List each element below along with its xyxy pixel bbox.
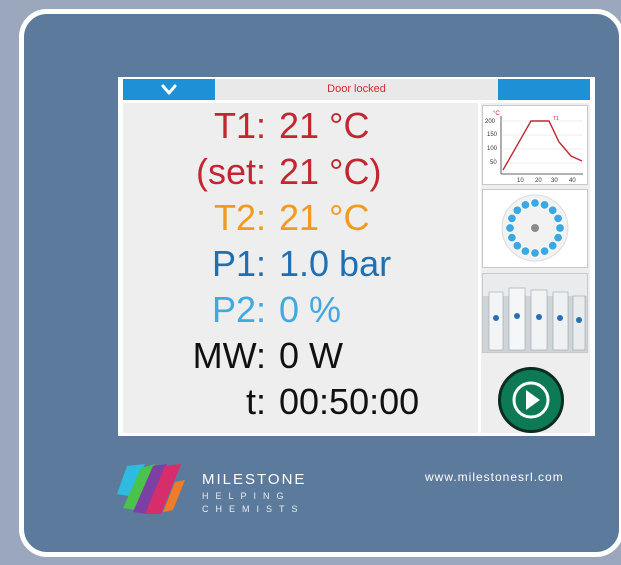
tagline-line-2: CHEMISTS bbox=[202, 504, 305, 514]
start-button[interactable] bbox=[498, 367, 564, 433]
device-panel: Door locked T1: 21 °C (set: 21 °C) T2: 2… bbox=[19, 9, 621, 557]
reading-setpoint: (set: 21 °C) bbox=[123, 153, 478, 191]
y-tick: 200 bbox=[485, 119, 496, 125]
reading-label: P1: bbox=[211, 243, 266, 284]
x-tick: 10 bbox=[517, 178, 524, 184]
y-tick: 50 bbox=[490, 160, 497, 166]
brand-name: MILESTONE bbox=[202, 471, 307, 488]
reading-label: P2: bbox=[211, 289, 266, 330]
x-tick: 20 bbox=[535, 178, 542, 184]
side-panel: °C 200 150 100 50 T1 10 20 30 40 bbox=[481, 103, 590, 433]
y-tick: 150 bbox=[487, 132, 498, 138]
reading-label: MW: bbox=[192, 335, 266, 376]
reading-t1: T1: 21 °C bbox=[123, 107, 478, 145]
tagline-line-1: HELPING bbox=[202, 491, 291, 501]
menu-toggle-button[interactable] bbox=[123, 79, 215, 100]
reading-label: (set: bbox=[195, 151, 266, 192]
rotor-tile[interactable] bbox=[482, 189, 588, 268]
unit-label: °C bbox=[493, 111, 500, 117]
reading-time: t: 00:50:00 bbox=[123, 383, 478, 421]
reading-value: 21 °C bbox=[279, 197, 370, 238]
reading-value: 00:50:00 bbox=[279, 381, 420, 422]
x-tick: 40 bbox=[569, 178, 576, 184]
vessels-tile[interactable] bbox=[482, 273, 588, 353]
reading-value: 0 W bbox=[279, 335, 344, 376]
website-url: www.milestonesrl.com bbox=[425, 470, 564, 484]
reading-p1: P1: 1.0 bar bbox=[123, 245, 478, 283]
vessels-photo bbox=[483, 274, 587, 352]
reading-t2: T2: 21 °C bbox=[123, 199, 478, 237]
door-status: Door locked bbox=[327, 83, 386, 95]
top-bar: Door locked bbox=[123, 79, 590, 100]
rotor-icon bbox=[501, 194, 569, 262]
reading-value: 21 °C) bbox=[279, 151, 382, 192]
temperature-profile-line bbox=[502, 120, 583, 171]
temperature-profile-tile[interactable]: °C 200 150 100 50 T1 10 20 30 40 bbox=[482, 105, 588, 185]
reading-value: 1.0 bar bbox=[279, 243, 392, 284]
touch-screen: Door locked T1: 21 °C (set: 21 °C) T2: 2… bbox=[118, 77, 595, 436]
temperature-profile-chart: °C 200 150 100 50 T1 10 20 30 40 bbox=[485, 111, 583, 184]
series-label: T1 bbox=[553, 116, 559, 122]
y-tick: 100 bbox=[487, 146, 498, 152]
reading-label: t: bbox=[245, 381, 266, 422]
reading-value: 0 % bbox=[279, 289, 342, 330]
reading-label: T1: bbox=[213, 105, 266, 146]
reading-label: T2: bbox=[213, 197, 266, 238]
reading-mw: MW: 0 W bbox=[123, 337, 478, 375]
milestone-logo bbox=[117, 464, 185, 514]
topbar-right-button[interactable] bbox=[498, 79, 590, 100]
x-tick: 30 bbox=[551, 178, 558, 184]
reading-value: 21 °C bbox=[279, 105, 370, 146]
chevron-down-icon bbox=[161, 84, 177, 94]
reading-p2: P2: 0 % bbox=[123, 291, 478, 329]
readings-panel: T1: 21 °C (set: 21 °C) T2: 21 °C P1: 1.0… bbox=[123, 103, 478, 433]
play-icon bbox=[512, 381, 550, 419]
